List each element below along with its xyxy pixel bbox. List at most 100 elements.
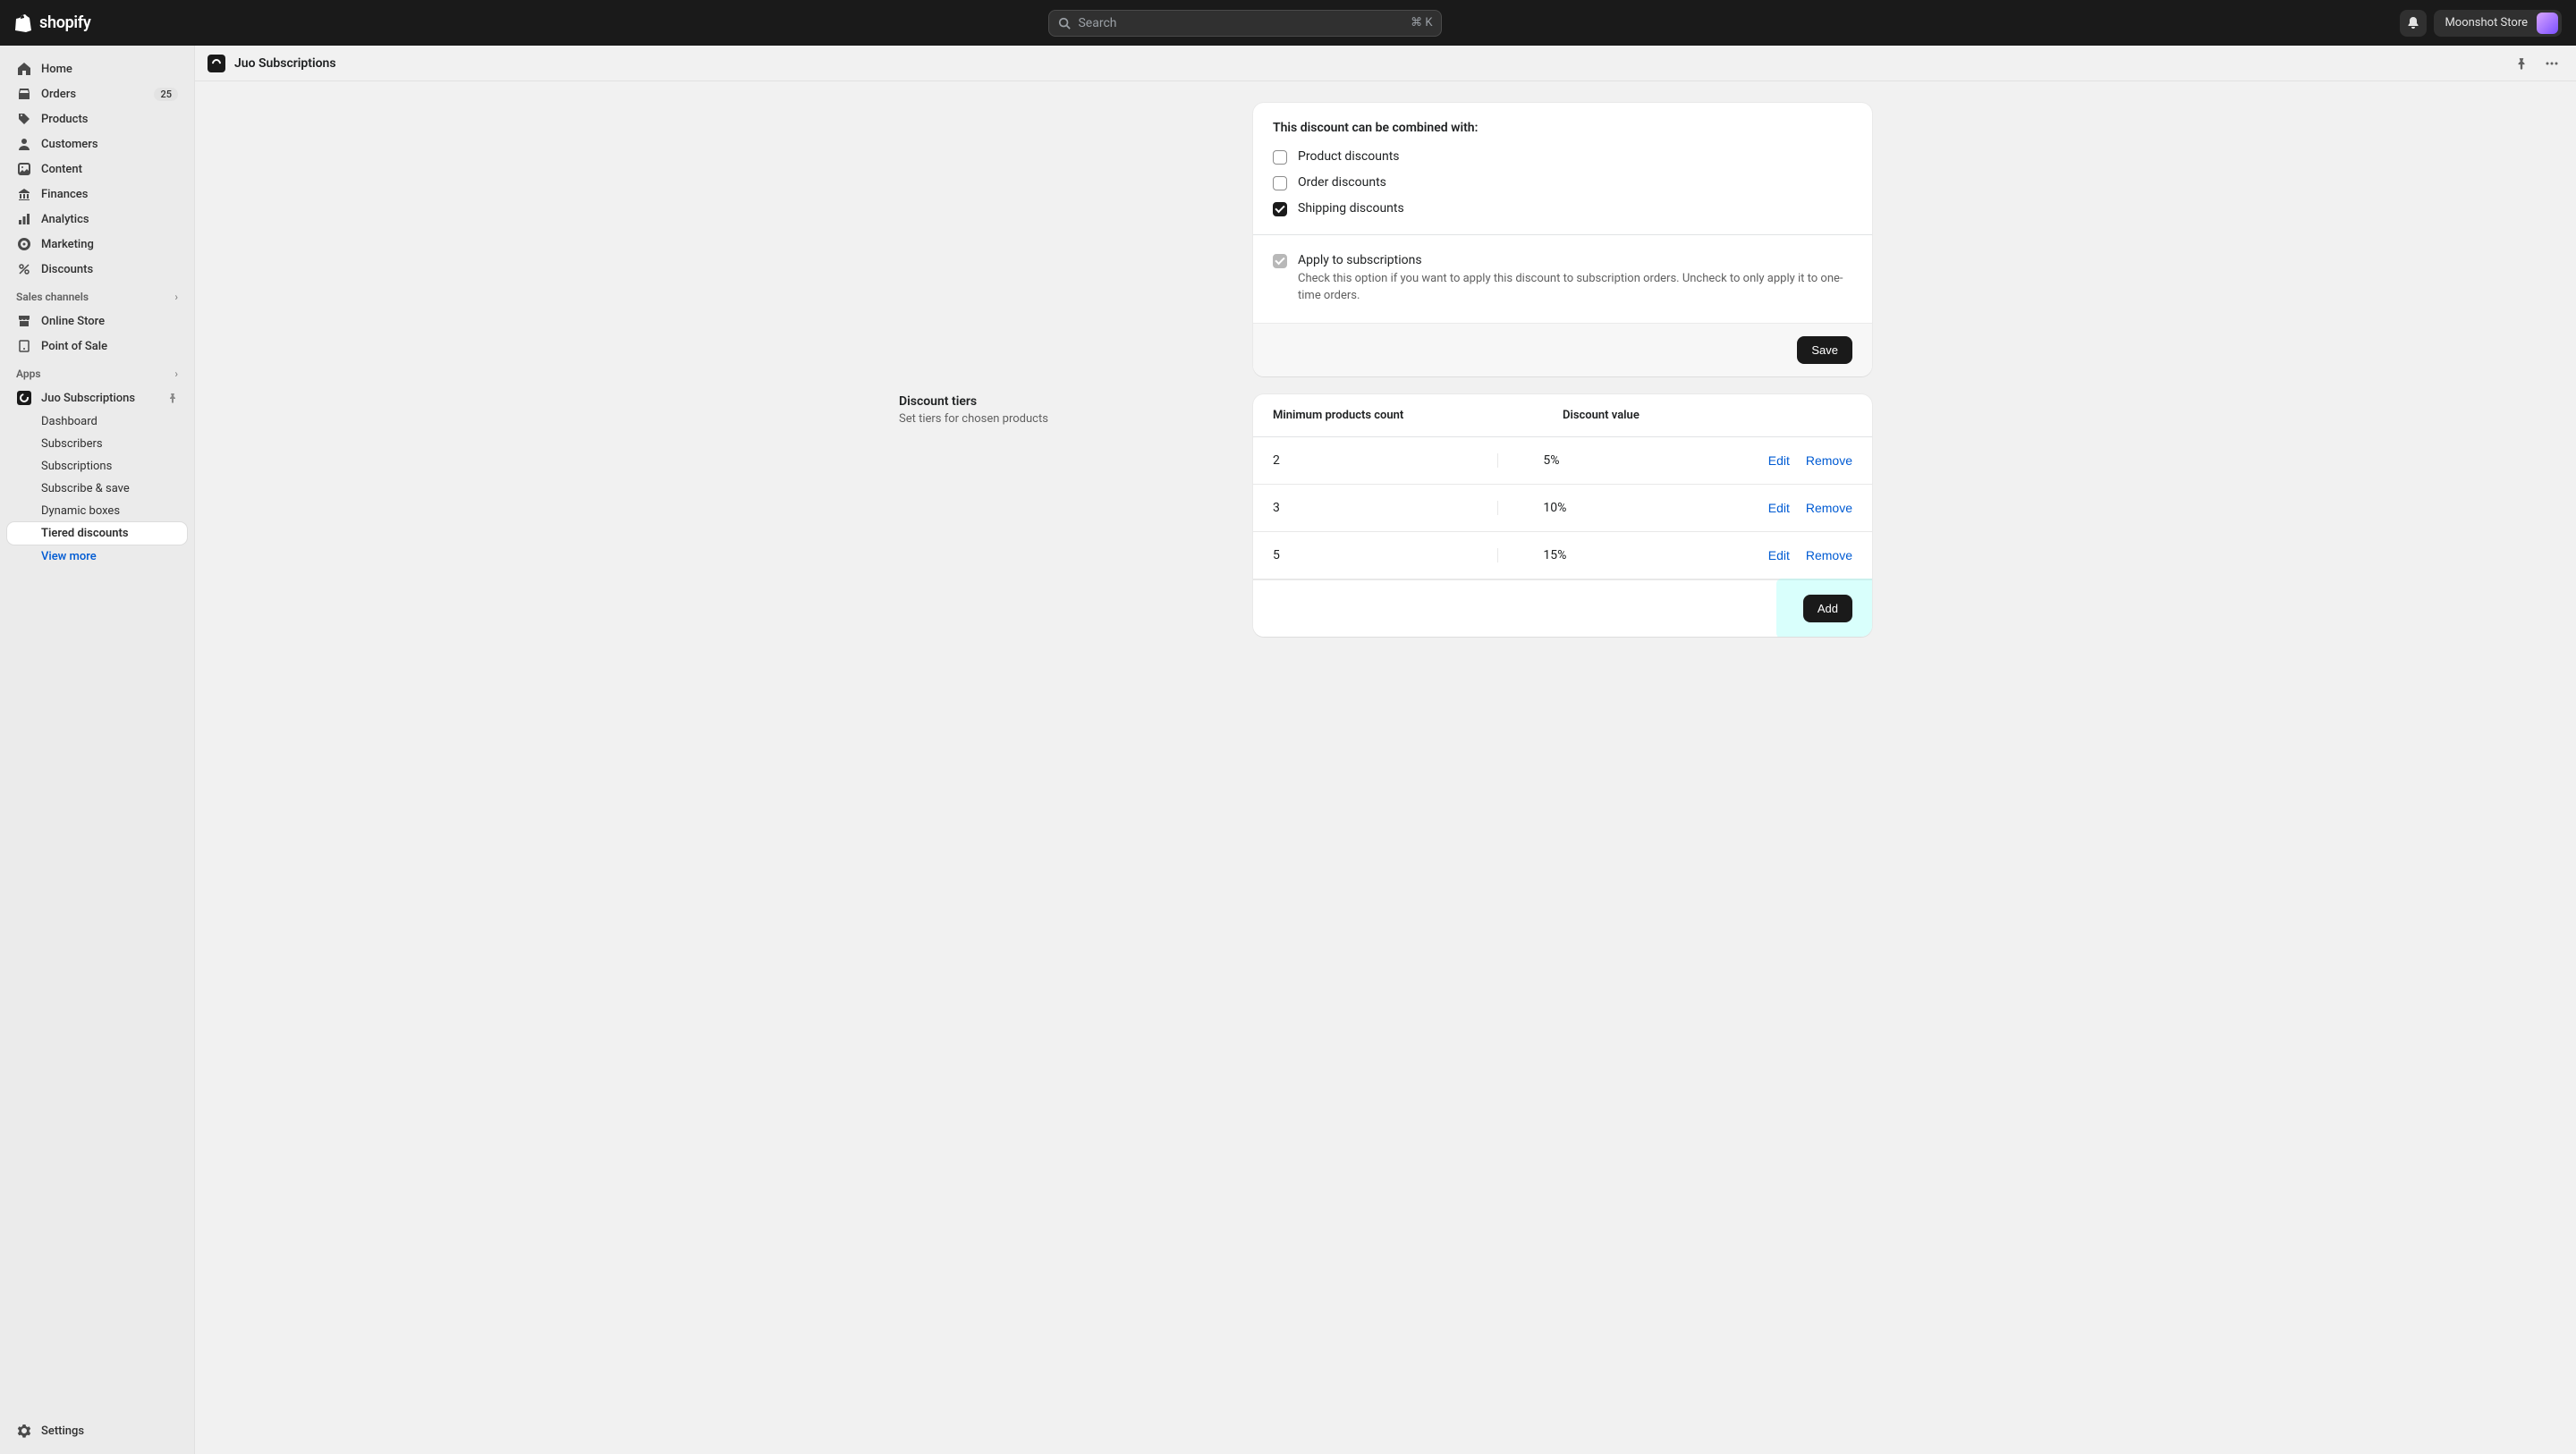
discount-tiers-card: Minimum products count Discount value 2 … (1253, 394, 1872, 637)
finances-icon (16, 186, 32, 202)
avatar (2537, 13, 2558, 34)
view-more-link[interactable]: View more (7, 545, 187, 569)
nav-label: Orders (41, 88, 76, 101)
nav-home[interactable]: Home (7, 56, 187, 81)
nav-label: Settings (41, 1424, 84, 1438)
nav-discounts[interactable]: Discounts (7, 257, 187, 282)
nav-sub-dynamic-boxes[interactable]: Dynamic boxes (7, 500, 187, 522)
orders-icon (16, 86, 32, 102)
tier-value: 15% (1498, 548, 1767, 562)
remove-button[interactable]: Remove (1806, 548, 1852, 562)
pin-icon[interactable] (167, 393, 178, 403)
logo-text: shopify (39, 13, 91, 32)
tier-row: 2 5% Edit Remove (1253, 437, 1872, 485)
search-shortcut: ⌘ K (1411, 16, 1432, 30)
app-icon (16, 390, 32, 406)
store-name: Moonshot Store (2445, 16, 2528, 30)
logo[interactable]: shopify (14, 13, 91, 33)
nav-customers[interactable]: Customers (7, 131, 187, 156)
orders-badge: 25 (154, 88, 178, 101)
nav-sub-tiered-discounts[interactable]: Tiered discounts (7, 522, 187, 545)
nav-sub-subscriptions[interactable]: Subscriptions (7, 455, 187, 478)
tier-row: 5 15% Edit Remove (1253, 532, 1872, 579)
apps-header[interactable]: Apps › (7, 359, 187, 385)
tier-count: 2 (1273, 453, 1498, 468)
col-min-header: Minimum products count (1273, 409, 1563, 422)
search-icon (1058, 17, 1071, 30)
page-title: Juo Subscriptions (234, 56, 336, 71)
shopify-logo-icon (14, 13, 32, 33)
save-button[interactable]: Save (1797, 336, 1852, 364)
nav-finances[interactable]: Finances (7, 182, 187, 207)
nav-label: Products (41, 113, 88, 126)
marketing-icon (16, 236, 32, 252)
add-highlight: Add (1803, 595, 1852, 622)
store-icon (16, 313, 32, 329)
more-icon (2546, 57, 2558, 70)
customers-icon (16, 136, 32, 152)
check-label: Order discounts (1298, 175, 1386, 190)
products-icon (16, 111, 32, 127)
discounts-icon (16, 261, 32, 277)
checkbox-product-discounts[interactable] (1273, 150, 1287, 165)
edit-button[interactable]: Edit (1768, 453, 1790, 468)
more-button[interactable] (2540, 52, 2563, 75)
tier-count: 5 (1273, 548, 1498, 562)
nav-pos[interactable]: Point of Sale (7, 334, 187, 359)
remove-button[interactable]: Remove (1806, 501, 1852, 515)
nav-label: Juo Subscriptions (41, 392, 135, 405)
check-label: Shipping discounts (1298, 201, 1404, 216)
tier-value: 10% (1498, 501, 1767, 515)
nav-label: Content (41, 163, 82, 176)
nav-settings[interactable]: Settings (7, 1418, 187, 1443)
remove-button[interactable]: Remove (1806, 453, 1852, 468)
tier-count: 3 (1273, 501, 1498, 515)
edit-button[interactable]: Edit (1768, 501, 1790, 515)
analytics-icon (16, 211, 32, 227)
checkbox-apply-subscriptions[interactable] (1273, 254, 1287, 268)
nav-sub-subscribers[interactable]: Subscribers (7, 433, 187, 455)
nav-online-store[interactable]: Online Store (7, 309, 187, 334)
topbar: shopify Search ⌘ K Moonshot Store (0, 0, 2576, 46)
tiers-heading: Discount tiers (899, 394, 1232, 409)
notifications-button[interactable] (2400, 10, 2427, 37)
app-header-icon (208, 55, 225, 72)
tiers-subheading: Set tiers for chosen products (899, 412, 1232, 426)
tier-row: 3 10% Edit Remove (1253, 485, 1872, 532)
sidebar: Home Orders 25 Products Customers Conten… (0, 46, 195, 1454)
add-button[interactable]: Add (1803, 595, 1852, 622)
content-icon (16, 161, 32, 177)
nav-label: Finances (41, 188, 88, 201)
check-label: Product discounts (1298, 149, 1400, 164)
nav-label: Analytics (41, 213, 89, 226)
checkbox-order-discounts[interactable] (1273, 176, 1287, 190)
gear-icon (16, 1423, 32, 1439)
nav-label: Online Store (41, 315, 105, 328)
store-switcher[interactable]: Moonshot Store (2434, 10, 2562, 37)
search-placeholder: Search (1078, 16, 1403, 30)
nav-label: Discounts (41, 263, 93, 276)
pin-button[interactable] (2510, 52, 2533, 75)
nav-label: Marketing (41, 238, 94, 251)
nav-sub-subscribe-save[interactable]: Subscribe & save (7, 478, 187, 500)
nav-orders[interactable]: Orders 25 (7, 81, 187, 106)
nav-marketing[interactable]: Marketing (7, 232, 187, 257)
nav-label: Point of Sale (41, 340, 107, 353)
search-input[interactable]: Search ⌘ K (1048, 10, 1442, 37)
chevron-right-icon: › (174, 291, 178, 303)
checkbox-shipping-discounts[interactable] (1273, 202, 1287, 216)
nav-content[interactable]: Content (7, 156, 187, 182)
tier-value: 5% (1498, 453, 1767, 468)
nav-products[interactable]: Products (7, 106, 187, 131)
nav-label: Home (41, 63, 72, 76)
sales-channels-header[interactable]: Sales channels › (7, 282, 187, 309)
pin-icon (2515, 57, 2528, 70)
home-icon (16, 61, 32, 77)
nav-sub-dashboard[interactable]: Dashboard (7, 410, 187, 433)
nav-app-juo[interactable]: Juo Subscriptions (7, 385, 187, 410)
edit-button[interactable]: Edit (1768, 548, 1790, 562)
combine-title: This discount can be combined with: (1273, 121, 1852, 135)
chevron-right-icon: › (174, 368, 178, 380)
nav-analytics[interactable]: Analytics (7, 207, 187, 232)
page-header: Juo Subscriptions (195, 46, 2576, 81)
